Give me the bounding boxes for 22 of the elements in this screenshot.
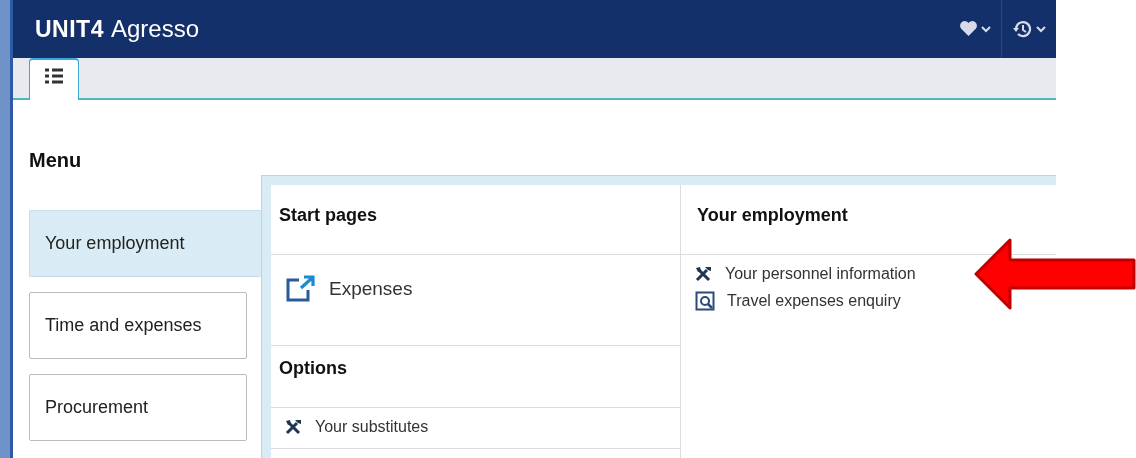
menu-tab[interactable] xyxy=(29,58,79,100)
menu-category[interactable]: Your employment xyxy=(29,210,261,277)
menu-link[interactable]: Your personnel information xyxy=(681,265,916,283)
tools-icon xyxy=(285,419,303,435)
section-heading: Options xyxy=(271,346,680,408)
menu-link[interactable]: Expenses xyxy=(271,265,421,333)
product-name: Agresso xyxy=(110,15,199,43)
chevron-down-icon xyxy=(1036,25,1046,33)
external-link-icon xyxy=(285,275,317,303)
menu-title: Menu xyxy=(29,148,83,173)
document-search-icon xyxy=(695,291,715,311)
menu-category[interactable]: Procurement xyxy=(29,374,247,441)
heart-icon xyxy=(960,21,977,37)
menu-category[interactable]: Time and expenses xyxy=(29,292,247,359)
brand-logo: UNIT4 xyxy=(35,15,104,43)
menu-link[interactable]: Travel expenses enquiry xyxy=(681,291,901,311)
chevron-down-icon xyxy=(981,25,991,33)
history-icon xyxy=(1012,19,1032,39)
menu-link[interactable]: Your substitutes xyxy=(271,418,429,436)
list-icon xyxy=(44,68,64,84)
tools-icon xyxy=(695,266,713,282)
section-heading: Start pages xyxy=(271,193,680,255)
